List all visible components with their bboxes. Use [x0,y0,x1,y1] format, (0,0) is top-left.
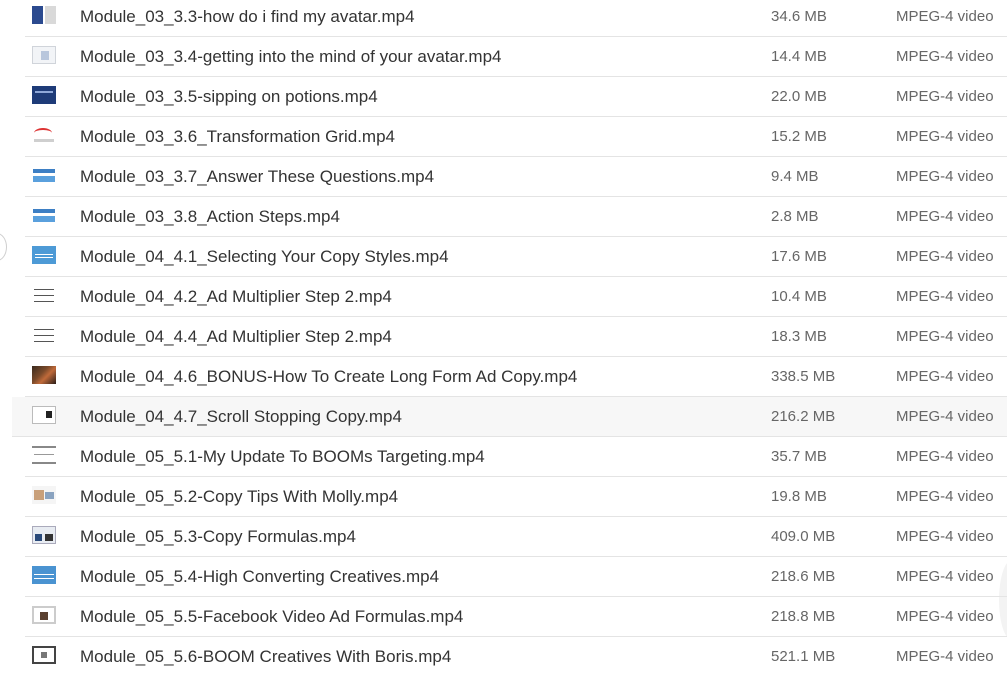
video-thumbnail-icon [32,206,56,224]
video-thumbnail-icon [32,326,56,344]
file-type: MPEG-4 video [896,528,994,545]
file-size: 19.8 MB [771,488,827,505]
file-type: MPEG-4 video [896,128,994,145]
file-name[interactable]: Module_03_3.5-sipping on potions.mp4 [80,77,378,117]
video-thumbnail-icon [32,46,56,64]
file-size: 17.6 MB [771,248,827,265]
file-size: 9.4 MB [771,168,819,185]
file-size: 22.0 MB [771,88,827,105]
file-type: MPEG-4 video [896,208,994,225]
file-type: MPEG-4 video [896,8,994,25]
file-type: MPEG-4 video [896,608,994,625]
file-type: MPEG-4 video [896,88,994,105]
file-name[interactable]: Module_04_4.1_Selecting Your Copy Styles… [80,237,449,277]
file-list: Module_03_3.3-how do i find my avatar.mp… [0,0,1007,677]
file-name[interactable]: Module_04_4.7_Scroll Stopping Copy.mp4 [80,397,402,437]
file-name[interactable]: Module_05_5.6-BOOM Creatives With Boris.… [80,637,451,677]
file-row[interactable]: Module_03_3.4-getting into the mind of y… [25,37,1007,77]
video-thumbnail-icon [32,166,56,184]
file-name[interactable]: Module_04_4.4_Ad Multiplier Step 2.mp4 [80,317,392,357]
file-row[interactable]: Module_04_4.7_Scroll Stopping Copy.mp4 21… [12,397,1007,437]
file-name[interactable]: Module_05_5.2-Copy Tips With Molly.mp4 [80,477,398,517]
file-name[interactable]: Module_03_3.4-getting into the mind of y… [80,37,502,77]
file-type: MPEG-4 video [896,288,994,305]
video-thumbnail-icon [32,286,56,304]
file-name[interactable]: Module_05_5.3-Copy Formulas.mp4 [80,517,356,557]
file-row[interactable]: Module_03_3.3-how do i find my avatar.mp… [25,0,1007,37]
file-size: 338.5 MB [771,368,836,385]
file-row[interactable]: Module_03_3.5-sipping on potions.mp4 22.0… [25,77,1007,117]
video-thumbnail-icon [32,406,56,424]
file-size: 521.1 MB [771,648,836,665]
file-row[interactable]: Module_04_4.4_Ad Multiplier Step 2.mp4 18… [25,317,1007,357]
file-type: MPEG-4 video [896,248,994,265]
file-type: MPEG-4 video [896,448,994,465]
video-thumbnail-icon [32,566,56,584]
file-size: 34.6 MB [771,8,827,25]
video-thumbnail-icon [32,86,56,104]
video-thumbnail-icon [32,646,56,664]
file-name[interactable]: Module_05_5.4-High Converting Creatives.… [80,557,439,597]
video-thumbnail-icon [32,366,56,384]
file-row[interactable]: Module_04_4.6_BONUS-How To Create Long F… [25,357,1007,397]
video-thumbnail-icon [32,486,56,504]
file-row[interactable]: Module_04_4.1_Selecting Your Copy Styles… [25,237,1007,277]
video-thumbnail-icon [32,246,56,264]
file-name[interactable]: Module_05_5.1-My Update To BOOMs Targeti… [80,437,485,477]
file-name[interactable]: Module_05_5.5-Facebook Video Ad Formulas… [80,597,463,637]
file-size: 15.2 MB [771,128,827,145]
file-type: MPEG-4 video [896,48,994,65]
file-row[interactable]: Module_05_5.6-BOOM Creatives With Boris.… [25,637,1007,677]
file-type: MPEG-4 video [896,408,994,425]
file-name[interactable]: Module_03_3.8_Action Steps.mp4 [80,197,340,237]
video-thumbnail-icon [32,526,56,544]
file-size: 218.6 MB [771,568,836,585]
file-name[interactable]: Module_03_3.3-how do i find my avatar.mp… [80,0,415,37]
file-row[interactable]: Module_05_5.4-High Converting Creatives.… [25,557,1007,597]
file-row[interactable]: Module_05_5.3-Copy Formulas.mp4 409.0 MB M… [25,517,1007,557]
file-size: 14.4 MB [771,48,827,65]
file-row[interactable]: Module_05_5.2-Copy Tips With Molly.mp4 19… [25,477,1007,517]
file-name[interactable]: Module_03_3.7_Answer These Questions.mp4 [80,157,434,197]
video-thumbnail-icon [32,126,56,144]
file-type: MPEG-4 video [896,328,994,345]
file-type: MPEG-4 video [896,568,994,585]
file-size: 2.8 MB [771,208,819,225]
video-thumbnail-icon [32,446,56,464]
file-row[interactable]: Module_03_3.8_Action Steps.mp4 2.8 MB MPEG… [25,197,1007,237]
file-row[interactable]: Module_05_5.5-Facebook Video Ad Formulas… [25,597,1007,637]
file-name[interactable]: Module_04_4.6_BONUS-How To Create Long F… [80,357,577,397]
file-type: MPEG-4 video [896,368,994,385]
video-thumbnail-icon [32,6,56,24]
file-type: MPEG-4 video [896,648,994,665]
file-row[interactable]: Module_03_3.6_Transformation Grid.mp4 15.… [25,117,1007,157]
file-size: 10.4 MB [771,288,827,305]
file-size: 216.2 MB [771,408,836,425]
file-type: MPEG-4 video [896,168,994,185]
file-size: 409.0 MB [771,528,836,545]
file-size: 35.7 MB [771,448,827,465]
file-size: 18.3 MB [771,328,827,345]
file-row[interactable]: Module_05_5.1-My Update To BOOMs Targeti… [25,437,1007,477]
file-row[interactable]: Module_03_3.7_Answer These Questions.mp4… [25,157,1007,197]
file-name[interactable]: Module_03_3.6_Transformation Grid.mp4 [80,117,395,157]
file-type: MPEG-4 video [896,488,994,505]
video-thumbnail-icon [32,606,56,624]
file-size: 218.8 MB [771,608,836,625]
file-name[interactable]: Module_04_4.2_Ad Multiplier Step 2.mp4 [80,277,392,317]
file-row[interactable]: Module_04_4.2_Ad Multiplier Step 2.mp4 10… [25,277,1007,317]
